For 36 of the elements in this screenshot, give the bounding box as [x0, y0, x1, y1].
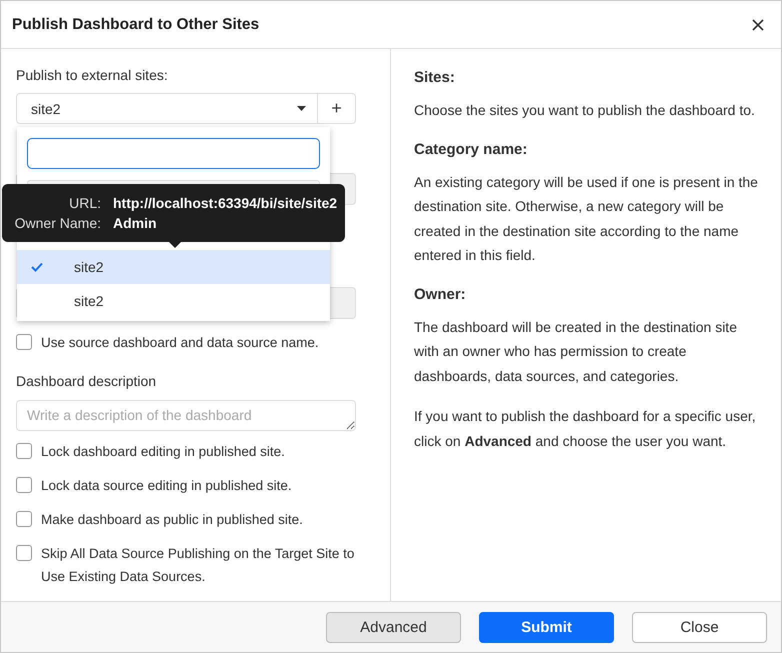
help-text: If you want to publish the dashboard for a specific user, click on Advanced and choose the user you want. [414, 407, 757, 451]
help-heading: Sites: [414, 68, 456, 88]
help-heading: Category name: [414, 140, 528, 160]
help-heading: Owner: [414, 284, 467, 304]
checkbox[interactable] [16, 477, 32, 493]
checkbox[interactable] [16, 545, 32, 561]
search-field[interactable] [27, 138, 320, 169]
dialog-title: Publish Dashboard to Other Sites [12, 16, 260, 34]
close-icon[interactable] [752, 18, 764, 30]
help-text: An existing category will be used if one is present in the destination site. Otherwise, a new category will be created in the destination site according to the name entered in this field. [414, 172, 759, 265]
checkbox[interactable] [16, 443, 32, 459]
checkbox-label: Skip All Data Source Publishing on the Target Site to Use Existing Data Sources. [41, 545, 356, 586]
help-text: Choose the sites you want to publish the dashboard to. [414, 101, 756, 120]
add-button[interactable]: + [318, 93, 356, 124]
tooltip-value: http://localhost:63394/bi/site/site2 [113, 195, 338, 211]
check-icon [31, 262, 43, 272]
dropdown-option[interactable]: site2 [17, 284, 330, 318]
footer-button[interactable]: Close [632, 612, 767, 642]
checkbox-label: Lock dashboard editing in published site. [41, 443, 285, 461]
footer-button[interactable]: Submit [479, 612, 614, 642]
checkbox-label: Make dashboard as public in published site. [41, 511, 303, 529]
tooltip-value: Admin [113, 215, 157, 231]
checkbox[interactable] [16, 334, 32, 350]
field-label: Publish to external sites: [16, 66, 169, 84]
help-text: The dashboard will be created in the destination site with an owner who has permission to create dashboards, data sources, and categories. [414, 318, 738, 386]
checkbox-label: Lock data source editing in published site. [41, 477, 292, 495]
tooltip-label: URL: [68, 195, 102, 211]
caret-icon [297, 106, 306, 111]
dropdown-option[interactable]: site2 [17, 250, 330, 284]
checkbox-label: Use source dashboard and data source name. [41, 334, 319, 352]
field-label: Dashboard description [16, 372, 158, 390]
tooltip-label: Owner Name: [14, 215, 102, 231]
checkbox[interactable] [16, 511, 32, 527]
site-dropdown[interactable]: site2 [16, 93, 318, 124]
description-field[interactable]: Write a description of the dashboard [16, 400, 356, 431]
footer-button[interactable]: Advanced [326, 612, 461, 642]
